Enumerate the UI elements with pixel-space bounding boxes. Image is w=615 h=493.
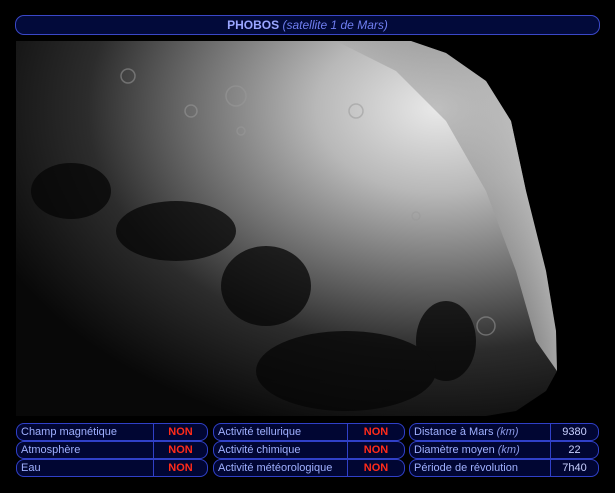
property-label: Eau (21, 462, 41, 474)
property-label: Période de révolution (414, 460, 518, 476)
property-row: Activité tellurique NON (213, 423, 405, 441)
property-label: Activité chimique (218, 444, 301, 456)
property-row: Activité météorologique NON (213, 459, 405, 477)
property-value: 9380 (562, 426, 587, 438)
property-row: Activité chimique NON (213, 441, 405, 459)
property-row: Période de révolution 7h40 (409, 459, 599, 477)
property-label: Distance à Mars (km) (414, 424, 519, 440)
property-value: NON (168, 462, 193, 474)
property-row: Eau NON (16, 459, 208, 477)
title-subtitle: (satellite 1 de Mars) (282, 18, 388, 32)
property-label: Champ magnétique (21, 426, 118, 438)
title-name: PHOBOS (227, 18, 280, 32)
property-label: Activité tellurique (218, 426, 302, 438)
property-label: Diamètre moyen (km) (414, 442, 520, 458)
property-value: NON (168, 444, 193, 456)
property-unit: (km) (496, 426, 519, 438)
property-value: NON (363, 426, 389, 438)
property-label-text: Distance à Mars (414, 426, 494, 438)
property-row: Distance à Mars (km) 9380 (409, 423, 599, 441)
property-row: Champ magnétique NON (16, 423, 208, 441)
property-label-text: Diamètre moyen (414, 444, 495, 456)
property-row: Atmosphère NON (16, 441, 208, 459)
property-label: Activité météorologique (218, 462, 333, 474)
property-label-text: Période de révolution (414, 462, 518, 474)
property-unit: (km) (497, 444, 520, 456)
property-value: 22 (568, 444, 581, 456)
property-row: Diamètre moyen (km) 22 (409, 441, 599, 459)
property-label: Atmosphère (21, 444, 81, 456)
property-value: NON (168, 426, 193, 438)
property-value: 7h40 (562, 462, 587, 474)
page-title: PHOBOS (satellite 1 de Mars) (15, 15, 600, 35)
property-value: NON (363, 444, 389, 456)
phobos-photo (16, 41, 557, 416)
property-value: NON (363, 462, 389, 474)
